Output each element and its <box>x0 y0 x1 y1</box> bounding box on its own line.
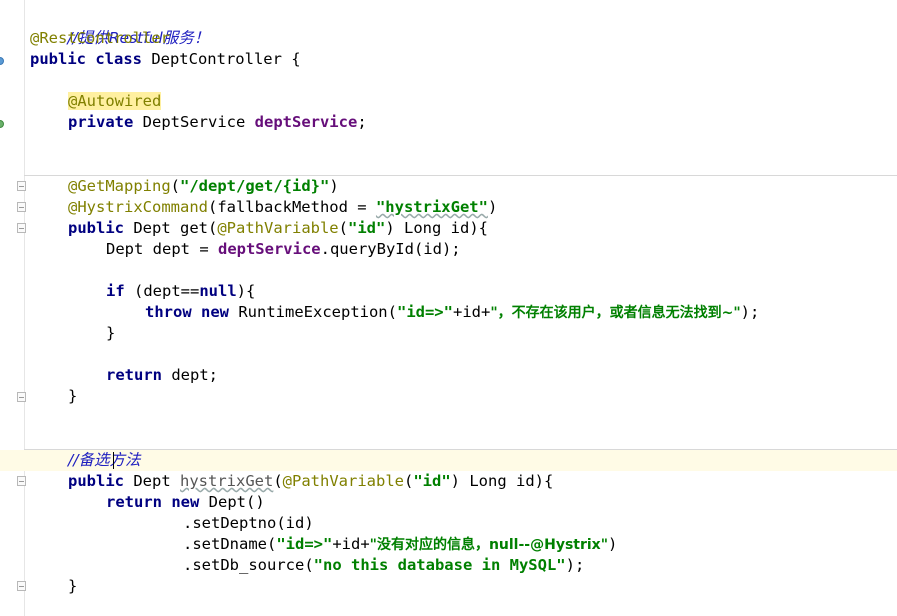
code-text: Dept() <box>199 493 265 511</box>
code-line[interactable]: private DeptService deptService; <box>30 112 367 133</box>
string-literal: "，不存在该用户，或者信息无法找到~" <box>490 305 741 321</box>
code-text: (dept== <box>124 282 200 300</box>
type-name: DeptService <box>133 113 255 131</box>
keyword: if <box>106 282 125 300</box>
punctuation: } <box>68 387 78 405</box>
code-line[interactable]: //提供Restful服务！ <box>30 7 209 47</box>
code-line[interactable]: public Dept hystrixGet(@PathVariable("id… <box>30 471 553 492</box>
punctuation: ( <box>273 472 283 490</box>
punctuation: ; <box>357 113 367 131</box>
punctuation: ) <box>487 198 498 216</box>
editor-gutter[interactable] <box>0 0 24 616</box>
fold-toggle-icon[interactable] <box>17 392 26 402</box>
text-cursor <box>113 452 114 469</box>
field-name: deptService <box>217 240 321 258</box>
fold-toggle-icon[interactable] <box>17 181 26 191</box>
code-line[interactable]: } <box>30 386 77 407</box>
code-text: dept; <box>162 366 218 384</box>
method-name: hystrixGet <box>180 472 274 490</box>
punctuation: ) <box>608 535 618 553</box>
keyword: public <box>68 472 124 490</box>
field-name: deptService <box>254 113 358 131</box>
annotation: @Autowired <box>68 92 162 110</box>
annotation: @HystrixCommand <box>68 198 208 216</box>
gutter-divider <box>24 0 25 616</box>
punctuation: ( <box>170 177 180 195</box>
code-line[interactable]: public Dept get(@PathVariable("id") Long… <box>30 218 488 239</box>
code-line[interactable]: throw new RuntimeException("id=>"+id+"，不… <box>30 302 759 323</box>
punctuation: ) <box>329 177 339 195</box>
code-line[interactable]: return new Dept() <box>30 492 265 513</box>
keyword: private <box>68 113 134 131</box>
code-line[interactable]: @Autowired <box>30 91 162 112</box>
keyword: null <box>199 282 237 300</box>
annotation: @GetMapping <box>68 177 171 195</box>
string-literal: "no this database in MySQL" <box>313 556 566 574</box>
code-text: .setDeptno(id) <box>183 514 314 532</box>
fold-toggle-icon[interactable] <box>17 476 26 486</box>
string-literal: "id=>" <box>396 303 453 321</box>
code-text: .setDname( <box>183 535 277 553</box>
punctuation: ); <box>565 556 585 574</box>
string-literal: "/dept/get/{id}" <box>180 177 330 195</box>
keyword: public class <box>30 50 142 68</box>
code-line[interactable]: public class DeptController { <box>30 49 301 70</box>
code-text: Dept <box>124 472 180 490</box>
string-literal: "hystrixGet" <box>375 198 488 216</box>
code-text: .queryById(id); <box>320 240 461 258</box>
code-line[interactable]: } <box>30 323 115 344</box>
string-literal: "id" <box>413 472 451 490</box>
string-literal: "id=>" <box>276 535 333 553</box>
annotation: @PathVariable <box>282 472 404 490</box>
fold-toggle-icon[interactable] <box>17 202 26 212</box>
string-literal: "id" <box>348 219 386 237</box>
class-declaration: DeptController { <box>141 50 301 68</box>
annotation: @PathVariable <box>217 219 339 237</box>
code-text: RuntimeException( <box>229 303 397 321</box>
comment: //备选方法 <box>68 451 141 469</box>
code-line[interactable]: .setDname("id=>"+id+"没有对应的信息，null--@Hyst… <box>30 534 617 555</box>
punctuation: } <box>106 324 116 342</box>
code-line[interactable]: if (dept==null){ <box>30 281 255 302</box>
code-text: +id+ <box>332 535 370 553</box>
code-line[interactable]: .setDeptno(id) <box>30 513 314 534</box>
annotation: @RestController <box>30 29 170 47</box>
code-line[interactable]: return dept; <box>30 365 218 386</box>
punctuation: ( <box>404 472 414 490</box>
code-text: Dept dept = <box>106 240 218 258</box>
code-text: +id+ <box>452 303 491 321</box>
punctuation: ); <box>740 303 760 321</box>
fold-toggle-icon[interactable] <box>17 581 26 591</box>
code-line[interactable]: Dept dept = deptService.queryById(id); <box>30 239 461 260</box>
code-text: ) Long id){ <box>450 472 554 490</box>
code-line[interactable]: @RestController <box>30 28 170 49</box>
punctuation: } <box>68 577 78 595</box>
code-line[interactable]: //备选方法 <box>30 450 140 471</box>
keyword: return <box>106 366 162 384</box>
code-line[interactable]: } <box>30 576 77 597</box>
punctuation: ( <box>338 219 348 237</box>
keyword: return new <box>106 493 200 511</box>
code-text: ) Long id){ <box>385 219 488 237</box>
code-line[interactable]: @HystrixCommand(fallbackMethod = "hystri… <box>30 197 497 218</box>
code-text: .setDb_source( <box>183 556 314 574</box>
keyword: public <box>68 219 124 237</box>
punctuation: ){ <box>236 282 256 300</box>
code-line[interactable]: @GetMapping("/dept/get/{id}") <box>30 176 339 197</box>
code-text: (fallbackMethod = <box>207 198 376 216</box>
string-literal: "没有对应的信息，null--@Hystrix" <box>369 537 608 553</box>
code-line[interactable]: .setDb_source("no this database in MySQL… <box>30 555 584 576</box>
fold-toggle-icon[interactable] <box>17 223 26 233</box>
code-text: Dept get( <box>124 219 218 237</box>
keyword: throw new <box>145 303 229 321</box>
